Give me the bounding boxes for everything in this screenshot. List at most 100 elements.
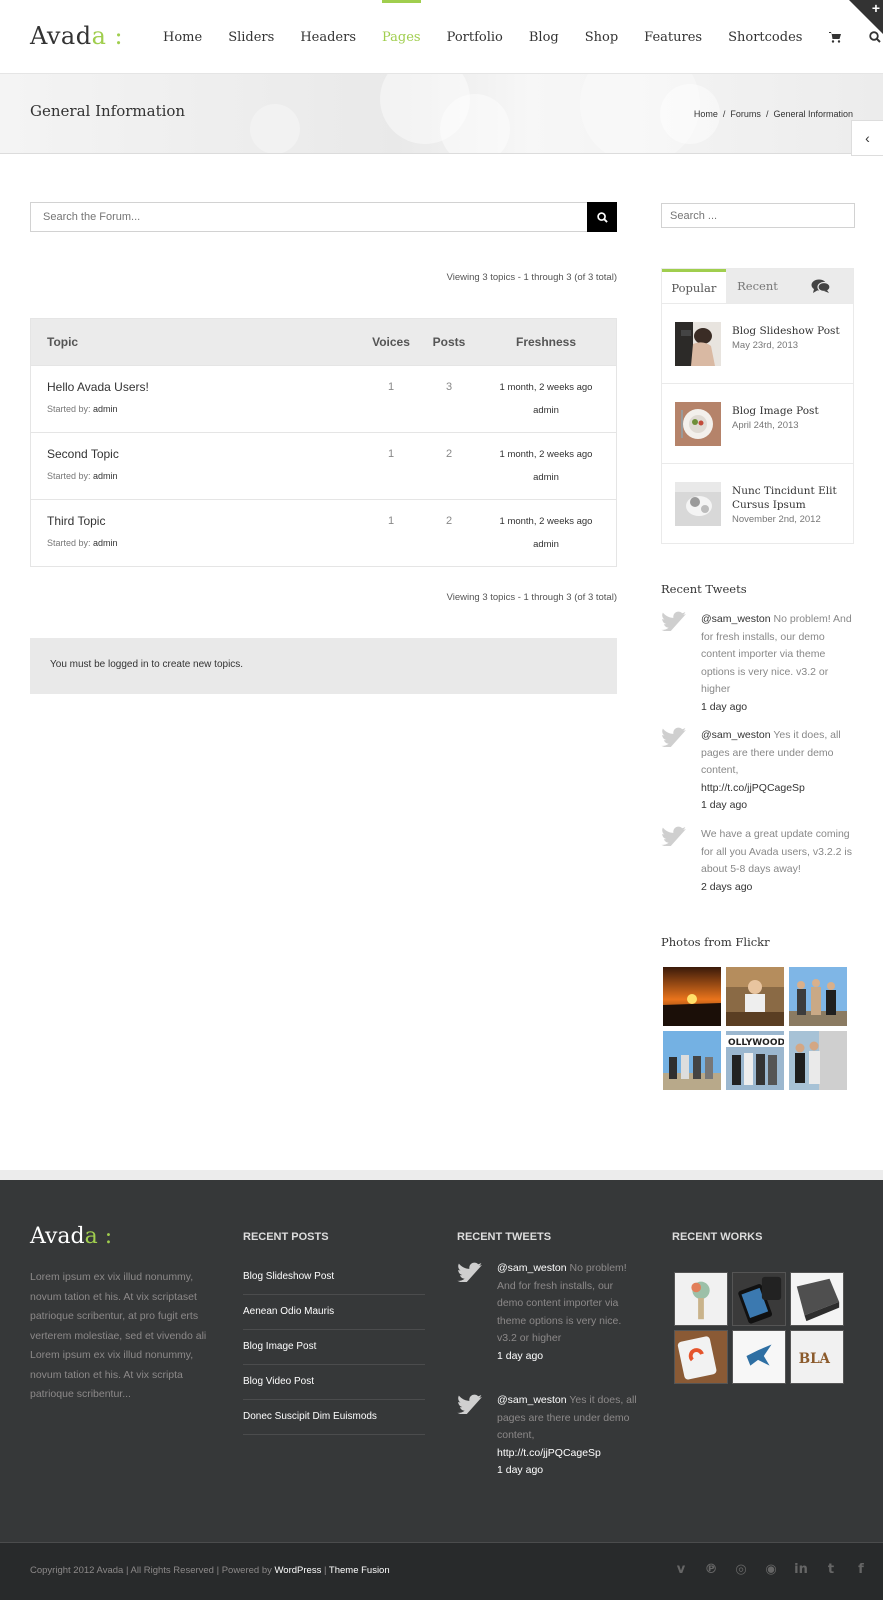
plus-icon[interactable]: + — [872, 0, 880, 16]
footer-post-link[interactable]: Blog Image Post — [243, 1330, 425, 1365]
list-item[interactable]: Blog Image Post April 24th, 2013 — [662, 383, 853, 463]
table-header: Topic Voices Posts Freshness — [31, 319, 616, 365]
breadcrumb-sep: / — [722, 109, 726, 119]
site-footer: Avada : Lorem ipsum ex vix illud nonummy… — [0, 1170, 883, 1542]
topic-link[interactable]: Hello Avada Users! — [47, 380, 149, 394]
work-thumbnail[interactable]: BLA — [790, 1330, 844, 1384]
forum-topics-table: Topic Voices Posts Freshness Hello Avada… — [30, 318, 617, 567]
pinterest-icon[interactable]: ℗ — [703, 1561, 719, 1577]
svg-text:BLA: BLA — [799, 1351, 831, 1367]
nav-features[interactable]: Features — [631, 0, 715, 74]
dribbble-icon[interactable]: ◎ — [733, 1561, 749, 1577]
post-title-link[interactable]: Nunc Tincidunt Elit Cursus Ipsum — [732, 484, 850, 512]
nav-portfolio[interactable]: Portfolio — [434, 0, 516, 74]
nav-pages[interactable]: Pages — [369, 0, 434, 74]
main-nav: Home Sliders Headers Pages Portfolio Blo… — [150, 0, 883, 74]
post-date: May 23rd, 2013 — [732, 340, 799, 351]
tab-recent[interactable]: Recent — [726, 269, 790, 303]
nav-headers[interactable]: Headers — [287, 0, 369, 74]
theme-fusion-link[interactable]: Theme Fusion — [329, 1565, 390, 1576]
footer-recent-works-title: RECENT WORKS — [672, 1231, 763, 1243]
freshness-author[interactable]: admin — [476, 405, 616, 416]
logo-accent: a : — [91, 22, 124, 50]
nav-sliders[interactable]: Sliders — [215, 0, 287, 74]
tweet-url-link[interactable]: http://t.co/jjPQCageSp — [497, 1447, 601, 1459]
freshness-author[interactable]: admin — [476, 472, 616, 483]
tweet-time-link[interactable]: 1 day ago — [701, 701, 747, 713]
flickr-photo[interactable] — [726, 967, 784, 1026]
tweet-handle-link[interactable]: @sam_weston — [701, 729, 771, 741]
footer-post-link[interactable]: Blog Slideshow Post — [243, 1260, 425, 1295]
flickr-photo[interactable] — [663, 967, 721, 1026]
tab-popular[interactable]: Popular — [662, 269, 726, 303]
nav-blog[interactable]: Blog — [516, 0, 572, 74]
work-thumbnail[interactable] — [674, 1330, 728, 1384]
author-link[interactable]: admin — [93, 471, 118, 481]
breadcrumb-forums[interactable]: Forums — [730, 109, 761, 119]
topic-link[interactable]: Third Topic — [47, 514, 105, 528]
sidebar-search-input[interactable] — [662, 204, 854, 227]
rss-icon[interactable]: ◉ — [763, 1561, 779, 1577]
tab-comments[interactable] — [789, 269, 853, 303]
tweet-time-link[interactable]: 1 day ago — [497, 1350, 543, 1362]
footer-logo[interactable]: Avada : — [30, 1224, 112, 1249]
author-link[interactable]: admin — [93, 538, 118, 548]
flickr-photo[interactable]: OLLYWOOD — [726, 1031, 784, 1090]
vimeo-icon[interactable]: v — [673, 1561, 689, 1577]
post-thumbnail[interactable] — [675, 322, 721, 366]
work-thumbnail[interactable] — [790, 1272, 844, 1326]
list-item[interactable]: Nunc Tincidunt Elit Cursus Ipsum Novembe… — [662, 463, 853, 543]
login-notice: You must be logged in to create new topi… — [30, 638, 617, 694]
list-item[interactable]: Blog Slideshow Post May 23rd, 2013 — [662, 303, 853, 383]
linkedin-icon[interactable]: in — [793, 1561, 809, 1577]
freshness-author[interactable]: admin — [476, 539, 616, 550]
table-row: Third Topic Started by: admin 1 2 1 mont… — [31, 499, 616, 566]
work-thumbnail[interactable] — [674, 1272, 728, 1326]
tweet-url-link[interactable]: http://t.co/jjPQCageSp — [701, 782, 805, 794]
nav-shortcodes[interactable]: Shortcodes — [715, 0, 815, 74]
freshness-link[interactable]: 1 month, 2 weeks ago — [476, 382, 616, 393]
post-thumbnail[interactable] — [675, 482, 721, 526]
breadcrumb-home[interactable]: Home — [694, 109, 718, 119]
viewing-count-top: Viewing 3 topics - 1 through 3 (of 3 tot… — [446, 272, 617, 283]
tumblr-icon[interactable]: t — [823, 1561, 839, 1577]
nav-home[interactable]: Home — [150, 0, 215, 74]
freshness-link[interactable]: 1 month, 2 weeks ago — [476, 449, 616, 460]
footer-post-link[interactable]: Aenean Odio Mauris — [243, 1295, 425, 1330]
flickr-photo[interactable] — [789, 967, 847, 1026]
tweet-handle-link[interactable]: @sam_weston — [497, 1394, 567, 1406]
tweet-time-link[interactable]: 2 days ago — [701, 881, 752, 893]
tabs-widget: Popular Recent Blog Slideshow Post May 2… — [661, 268, 854, 544]
started-label: Started by: — [47, 404, 91, 414]
twitter-bird-icon — [457, 1394, 482, 1414]
topic-link[interactable]: Second Topic — [47, 447, 119, 461]
post-title-link[interactable]: Blog Slideshow Post — [732, 324, 850, 338]
work-thumbnail[interactable] — [732, 1330, 786, 1384]
post-date: April 24th, 2013 — [732, 420, 799, 431]
footer-post-link[interactable]: Blog Video Post — [243, 1365, 425, 1400]
footer-tweet: @sam_weston No problem! And for fresh in… — [457, 1260, 637, 1365]
forum-search-button[interactable] — [587, 202, 617, 232]
posts-count: 2 — [445, 515, 453, 527]
footer-post-link[interactable]: Donec Suscipit Dim Euismods — [243, 1400, 425, 1435]
forum-search-input[interactable] — [31, 203, 616, 231]
tweet-handle-link[interactable]: @sam_weston — [701, 613, 771, 625]
author-link[interactable]: admin — [93, 404, 118, 414]
tweet-time-link[interactable]: 1 day ago — [497, 1464, 543, 1476]
wordpress-link[interactable]: WordPress — [275, 1565, 322, 1576]
col-freshness: Freshness — [515, 335, 577, 349]
sidebar-toggle-button[interactable]: ‹ — [851, 120, 883, 156]
tweet-time-link[interactable]: 1 day ago — [701, 799, 747, 811]
freshness-link[interactable]: 1 month, 2 weeks ago — [476, 516, 616, 527]
site-logo[interactable]: Avada : — [30, 22, 123, 50]
work-thumbnail[interactable] — [732, 1272, 786, 1326]
table-row: Second Topic Started by: admin 1 2 1 mon… — [31, 432, 616, 499]
facebook-icon[interactable]: f — [853, 1561, 869, 1577]
footer-recent-tweets-title: RECENT TWEETS — [457, 1231, 552, 1243]
post-title-link[interactable]: Blog Image Post — [732, 404, 850, 418]
post-thumbnail[interactable] — [675, 402, 721, 446]
tweet-handle-link[interactable]: @sam_weston — [497, 1262, 567, 1274]
flickr-photo[interactable] — [789, 1031, 847, 1090]
nav-shop[interactable]: Shop — [572, 0, 631, 74]
flickr-photo[interactable] — [663, 1031, 721, 1090]
